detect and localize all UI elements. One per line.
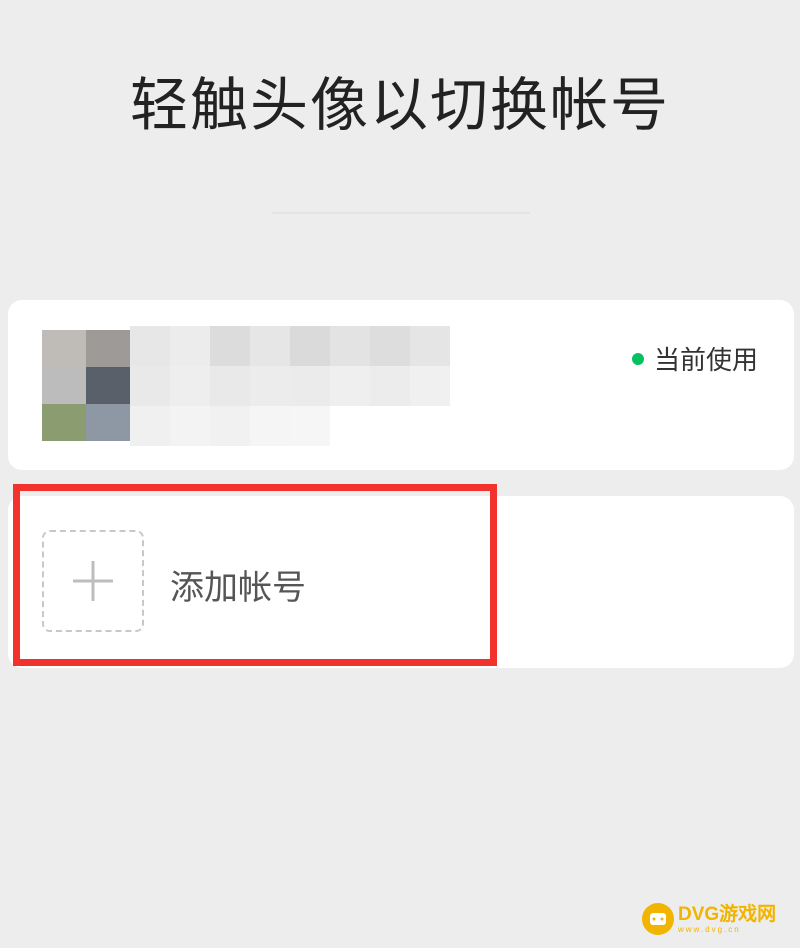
blurred-name xyxy=(130,320,450,446)
gamepad-icon xyxy=(642,903,674,935)
current-status: 当前使用 xyxy=(631,340,758,377)
status-dot xyxy=(631,352,644,365)
watermark: DVG游戏网 www.dvg.cn xyxy=(642,898,790,940)
watermark-sub: www.dvg.cn xyxy=(678,924,741,934)
current-account-card[interactable]: 当前使用 xyxy=(8,300,794,470)
avatar[interactable] xyxy=(42,330,130,442)
highlight-box xyxy=(13,484,497,666)
watermark-main: DVG游戏网 xyxy=(678,903,777,925)
page-title: 轻触头像以切换帐号 xyxy=(129,71,670,139)
divider xyxy=(272,212,530,214)
status-label: 当前使用 xyxy=(653,346,758,376)
